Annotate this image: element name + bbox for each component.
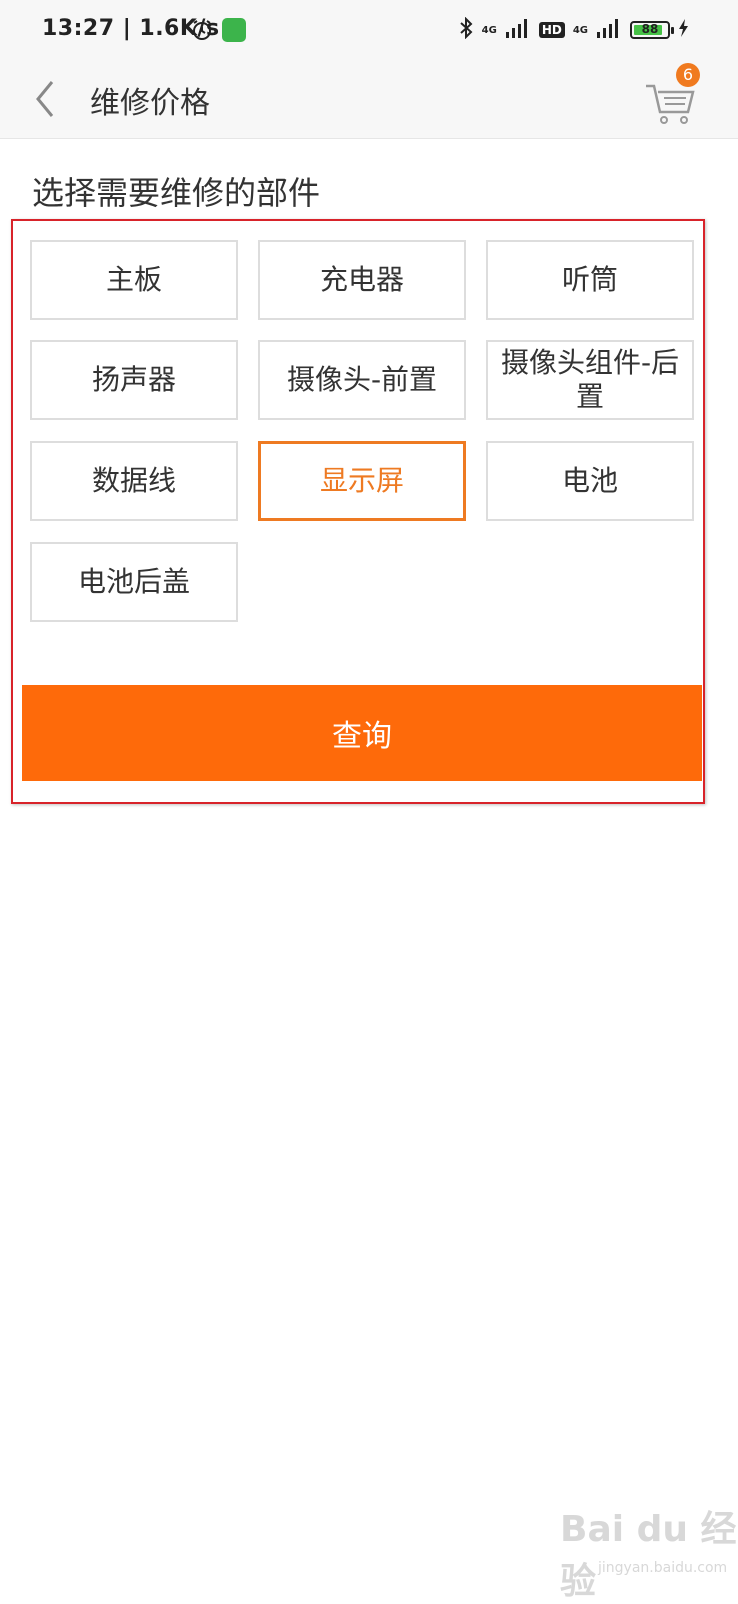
- part-option[interactable]: 数据线: [30, 441, 238, 521]
- charging-icon: [678, 18, 690, 42]
- part-option[interactable]: 听筒: [486, 240, 694, 320]
- section-title: 选择需要维修的部件: [32, 174, 321, 212]
- part-option[interactable]: 摄像头组件-后置: [486, 340, 694, 420]
- network-label-1: 4G: [481, 24, 497, 36]
- bluetooth-icon: [458, 16, 474, 43]
- part-option[interactable]: 充电器: [258, 240, 466, 320]
- page-title: 维修价格: [90, 86, 210, 121]
- part-option[interactable]: 电池: [486, 441, 694, 521]
- watermark-url: jingyan.baidu.com: [598, 1560, 728, 1576]
- watermark-logo: Bai du 经验: [560, 1509, 737, 1602]
- battery-percent: 88: [641, 22, 659, 36]
- part-option[interactable]: 摄像头-前置: [258, 340, 466, 420]
- chevron-left-icon: [36, 81, 54, 117]
- signal-icon: [505, 18, 531, 42]
- part-option[interactable]: 显示屏: [258, 441, 466, 521]
- app-notification-icon: [222, 18, 246, 42]
- back-button[interactable]: [26, 74, 66, 124]
- hd-label: HD: [538, 22, 565, 38]
- network-label-2: 4G: [572, 24, 588, 36]
- part-option[interactable]: 电池后盖: [30, 542, 238, 622]
- navbar: 维修价格: [0, 60, 738, 139]
- status-bar: 13:27 | 1.6K/s 4G HD 4G 88: [0, 0, 738, 60]
- part-option[interactable]: 主板: [30, 240, 238, 320]
- status-icons: 4G HD 4G 88: [458, 16, 690, 43]
- query-button[interactable]: 查询: [22, 685, 702, 781]
- battery-icon: 88: [630, 21, 674, 39]
- cart-badge: 6: [676, 63, 700, 87]
- part-option[interactable]: 扬声器: [30, 340, 238, 420]
- signal-icon: [596, 18, 622, 42]
- alarm-icon: [190, 18, 214, 46]
